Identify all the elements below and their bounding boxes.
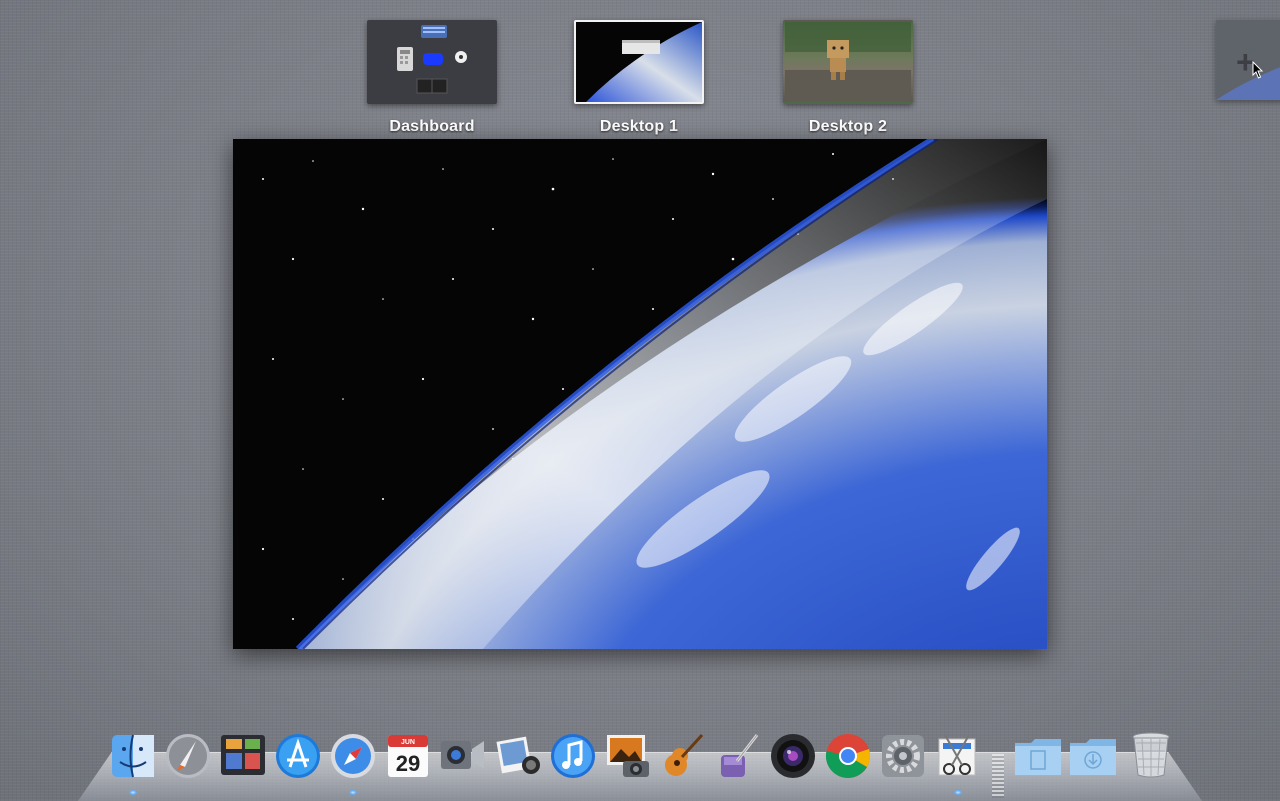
space-label: Desktop 1 bbox=[599, 118, 679, 135]
space-dashboard[interactable]: Dashboard bbox=[367, 20, 497, 136]
space-label: Desktop 2 bbox=[808, 118, 888, 135]
app-store-icon bbox=[276, 734, 320, 778]
dock-mission-control[interactable] bbox=[218, 729, 268, 781]
iphoto-icon bbox=[607, 735, 649, 777]
space-label: Dashboard bbox=[389, 118, 475, 135]
dock-aperture[interactable] bbox=[768, 729, 818, 781]
facetime-icon bbox=[441, 741, 484, 769]
dock-system-preferences[interactable] bbox=[878, 729, 928, 781]
dashboard-thumbnail[interactable] bbox=[367, 20, 497, 104]
trash-icon bbox=[1132, 732, 1170, 778]
launchpad-icon bbox=[166, 734, 210, 778]
garageband-icon bbox=[665, 733, 704, 776]
documents-folder-icon bbox=[1015, 739, 1061, 775]
dock-app-store[interactable] bbox=[273, 729, 323, 781]
earth-wallpaper-thumbnail bbox=[576, 22, 702, 102]
dock-grab[interactable] bbox=[933, 729, 983, 781]
dock-script-editor[interactable] bbox=[713, 729, 763, 781]
running-indicator bbox=[129, 790, 137, 795]
itunes-icon bbox=[551, 734, 595, 778]
calendar-icon: JUN 29 bbox=[388, 735, 428, 777]
chrome-icon bbox=[825, 734, 871, 778]
scissors-icon bbox=[938, 734, 976, 776]
spaces-bar: Dashboard Desktop 1 Desktop 2 + bbox=[0, 0, 1280, 140]
desktop-1-thumbnail[interactable] bbox=[574, 20, 704, 104]
photo-booth-icon bbox=[496, 736, 540, 774]
gear-icon bbox=[882, 735, 924, 777]
dock-safari[interactable] bbox=[328, 729, 378, 781]
dock-itunes[interactable] bbox=[548, 729, 598, 781]
desktop-2-thumbnail[interactable] bbox=[783, 20, 913, 104]
mouse-cursor-icon bbox=[1252, 61, 1264, 79]
dock-iphoto[interactable] bbox=[603, 729, 653, 781]
pen-icon bbox=[721, 734, 759, 777]
desktop-preview[interactable] bbox=[233, 139, 1047, 649]
dock-downloads-folder[interactable] bbox=[1068, 729, 1118, 781]
finder-icon bbox=[112, 734, 154, 778]
calendar-month: JUN bbox=[401, 739, 415, 746]
dock-documents-folder[interactable] bbox=[1013, 729, 1063, 781]
dashboard-widgets-icon bbox=[397, 25, 467, 94]
dock-facetime[interactable] bbox=[438, 729, 488, 781]
dock-chrome[interactable] bbox=[823, 729, 873, 781]
dock-garageband[interactable] bbox=[658, 729, 708, 781]
dock-photo-booth[interactable] bbox=[493, 729, 543, 781]
mission-control-icon bbox=[221, 735, 265, 775]
add-space-button[interactable]: + bbox=[1216, 20, 1280, 100]
running-indicator bbox=[954, 790, 962, 795]
dock: JUN 29 bbox=[108, 729, 1178, 785]
safari-icon bbox=[331, 734, 375, 778]
camera-lens-icon bbox=[771, 734, 815, 778]
running-indicator bbox=[349, 790, 357, 795]
space-desktop-2[interactable]: Desktop 2 bbox=[783, 20, 913, 136]
cardboard-robot-thumbnail bbox=[785, 22, 911, 102]
calendar-day: 29 bbox=[396, 751, 420, 776]
downloads-folder-icon bbox=[1070, 739, 1116, 775]
dock-trash[interactable] bbox=[1126, 729, 1176, 781]
dock-finder[interactable] bbox=[108, 729, 158, 781]
earth-wallpaper bbox=[233, 139, 1047, 649]
dock-launchpad[interactable] bbox=[163, 729, 213, 781]
dock-calendar[interactable]: JUN 29 bbox=[383, 729, 433, 781]
space-desktop-1[interactable]: Desktop 1 bbox=[574, 20, 704, 136]
